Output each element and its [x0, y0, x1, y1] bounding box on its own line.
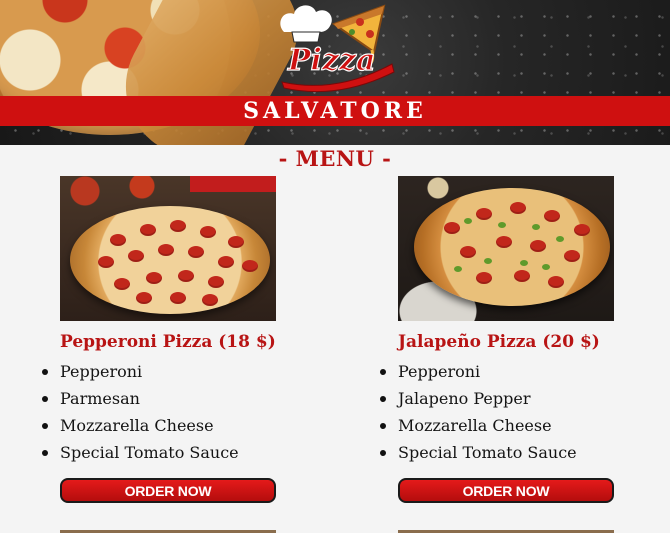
pizza-pie [70, 206, 270, 314]
hero-header: Pizza SALVATORE [0, 0, 670, 145]
ingredient-item: Mozzarella Cheese [42, 412, 290, 439]
order-now-button[interactable]: ORDER NOW [398, 478, 614, 503]
ingredient-item: Pepperoni [380, 358, 628, 385]
ingredient-item: Mozzarella Cheese [380, 412, 628, 439]
ingredient-list: Pepperoni Jalapeno Pepper Mozzarella Che… [380, 358, 628, 466]
chef-hat-icon [280, 5, 332, 43]
menu-item-jalapeno: Jalapeño Pizza (20 $) Pepperoni Jalapeno… [380, 176, 628, 503]
menu-item-title: Jalapeño Pizza (20 $) [398, 332, 600, 352]
brand-name: SALVATORE [243, 98, 427, 124]
ingredient-item: Special Tomato Sauce [42, 439, 290, 466]
menu-item-pepperoni: Pepperoni Pizza (18 $) Pepperoni Parmesa… [42, 176, 290, 503]
brand-bar: SALVATORE [0, 96, 670, 126]
ingredient-item: Jalapeno Pepper [380, 385, 628, 412]
menu-item-title: Pepperoni Pizza (18 $) [60, 332, 276, 352]
menu-title: - MENU - [278, 146, 392, 171]
pizza-logo[interactable]: Pizza [276, 2, 398, 94]
ingredient-item: Special Tomato Sauce [380, 439, 628, 466]
pepperoni-pizza-photo [60, 176, 276, 321]
order-now-button[interactable]: ORDER NOW [60, 478, 276, 503]
ingredient-list: Pepperoni Parmesan Mozzarella Cheese Spe… [42, 358, 290, 466]
jalapeno-pizza-photo [398, 176, 614, 321]
pizza-pie [414, 188, 610, 306]
ingredient-item: Parmesan [42, 385, 290, 412]
ingredient-item: Pepperoni [42, 358, 290, 385]
logo-text: Pizza [287, 43, 375, 78]
